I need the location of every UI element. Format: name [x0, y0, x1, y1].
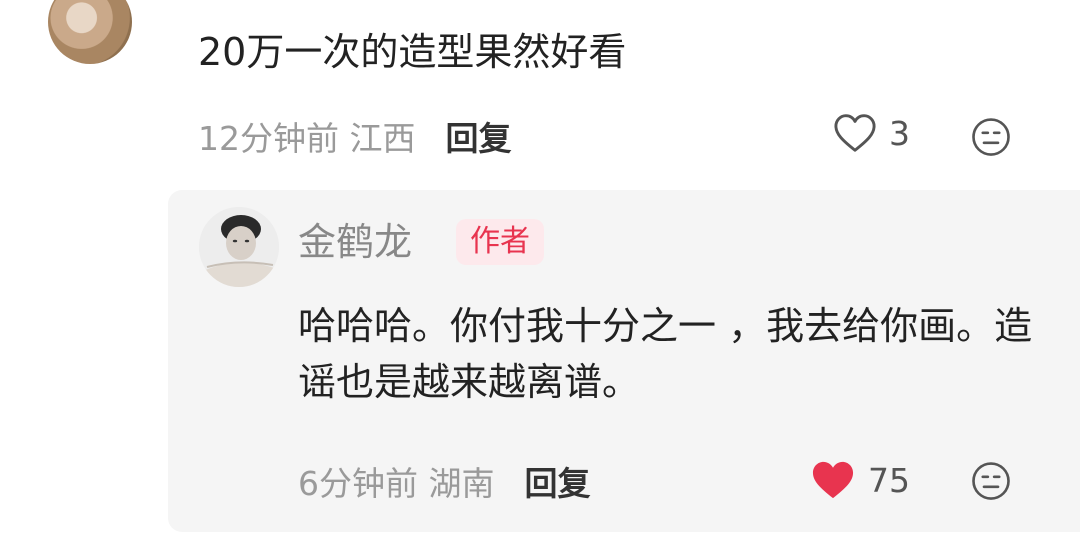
- author-name[interactable]: 金鹤龙: [298, 218, 412, 266]
- reply-like-button[interactable]: 75: [810, 459, 910, 501]
- reply-meta: 6分钟前 湖南 回复: [298, 457, 591, 505]
- reply-time-location: 6分钟前 湖南: [298, 464, 495, 503]
- emoji-reaction-icon[interactable]: [970, 460, 1012, 502]
- comment-time-location: 12分钟前 江西: [198, 119, 416, 158]
- commenter-avatar[interactable]: [48, 0, 132, 64]
- reply-like-count: 75: [868, 460, 910, 500]
- author-badge: 作者: [456, 219, 544, 265]
- comment-meta: 12分钟前 江西 回复: [198, 112, 511, 160]
- author-avatar-photo: [199, 207, 279, 287]
- emoji-reaction-icon[interactable]: [970, 116, 1012, 158]
- reply-text: 哈哈哈。你付我十分之一 ，我去给你画。造谣也是越来越离谱。: [298, 304, 1033, 404]
- heart-outline-icon: [834, 114, 876, 152]
- comment-like-count: 3: [889, 113, 910, 153]
- heart-filled-icon: [812, 461, 854, 499]
- author-avatar[interactable]: [199, 207, 279, 287]
- comment-like-button[interactable]: 3: [833, 113, 910, 153]
- comment-reply-button[interactable]: 回复: [445, 112, 511, 160]
- reply-reply-button[interactable]: 回复: [525, 457, 591, 505]
- comment-text: 20万一次的造型果然好看: [198, 30, 627, 74]
